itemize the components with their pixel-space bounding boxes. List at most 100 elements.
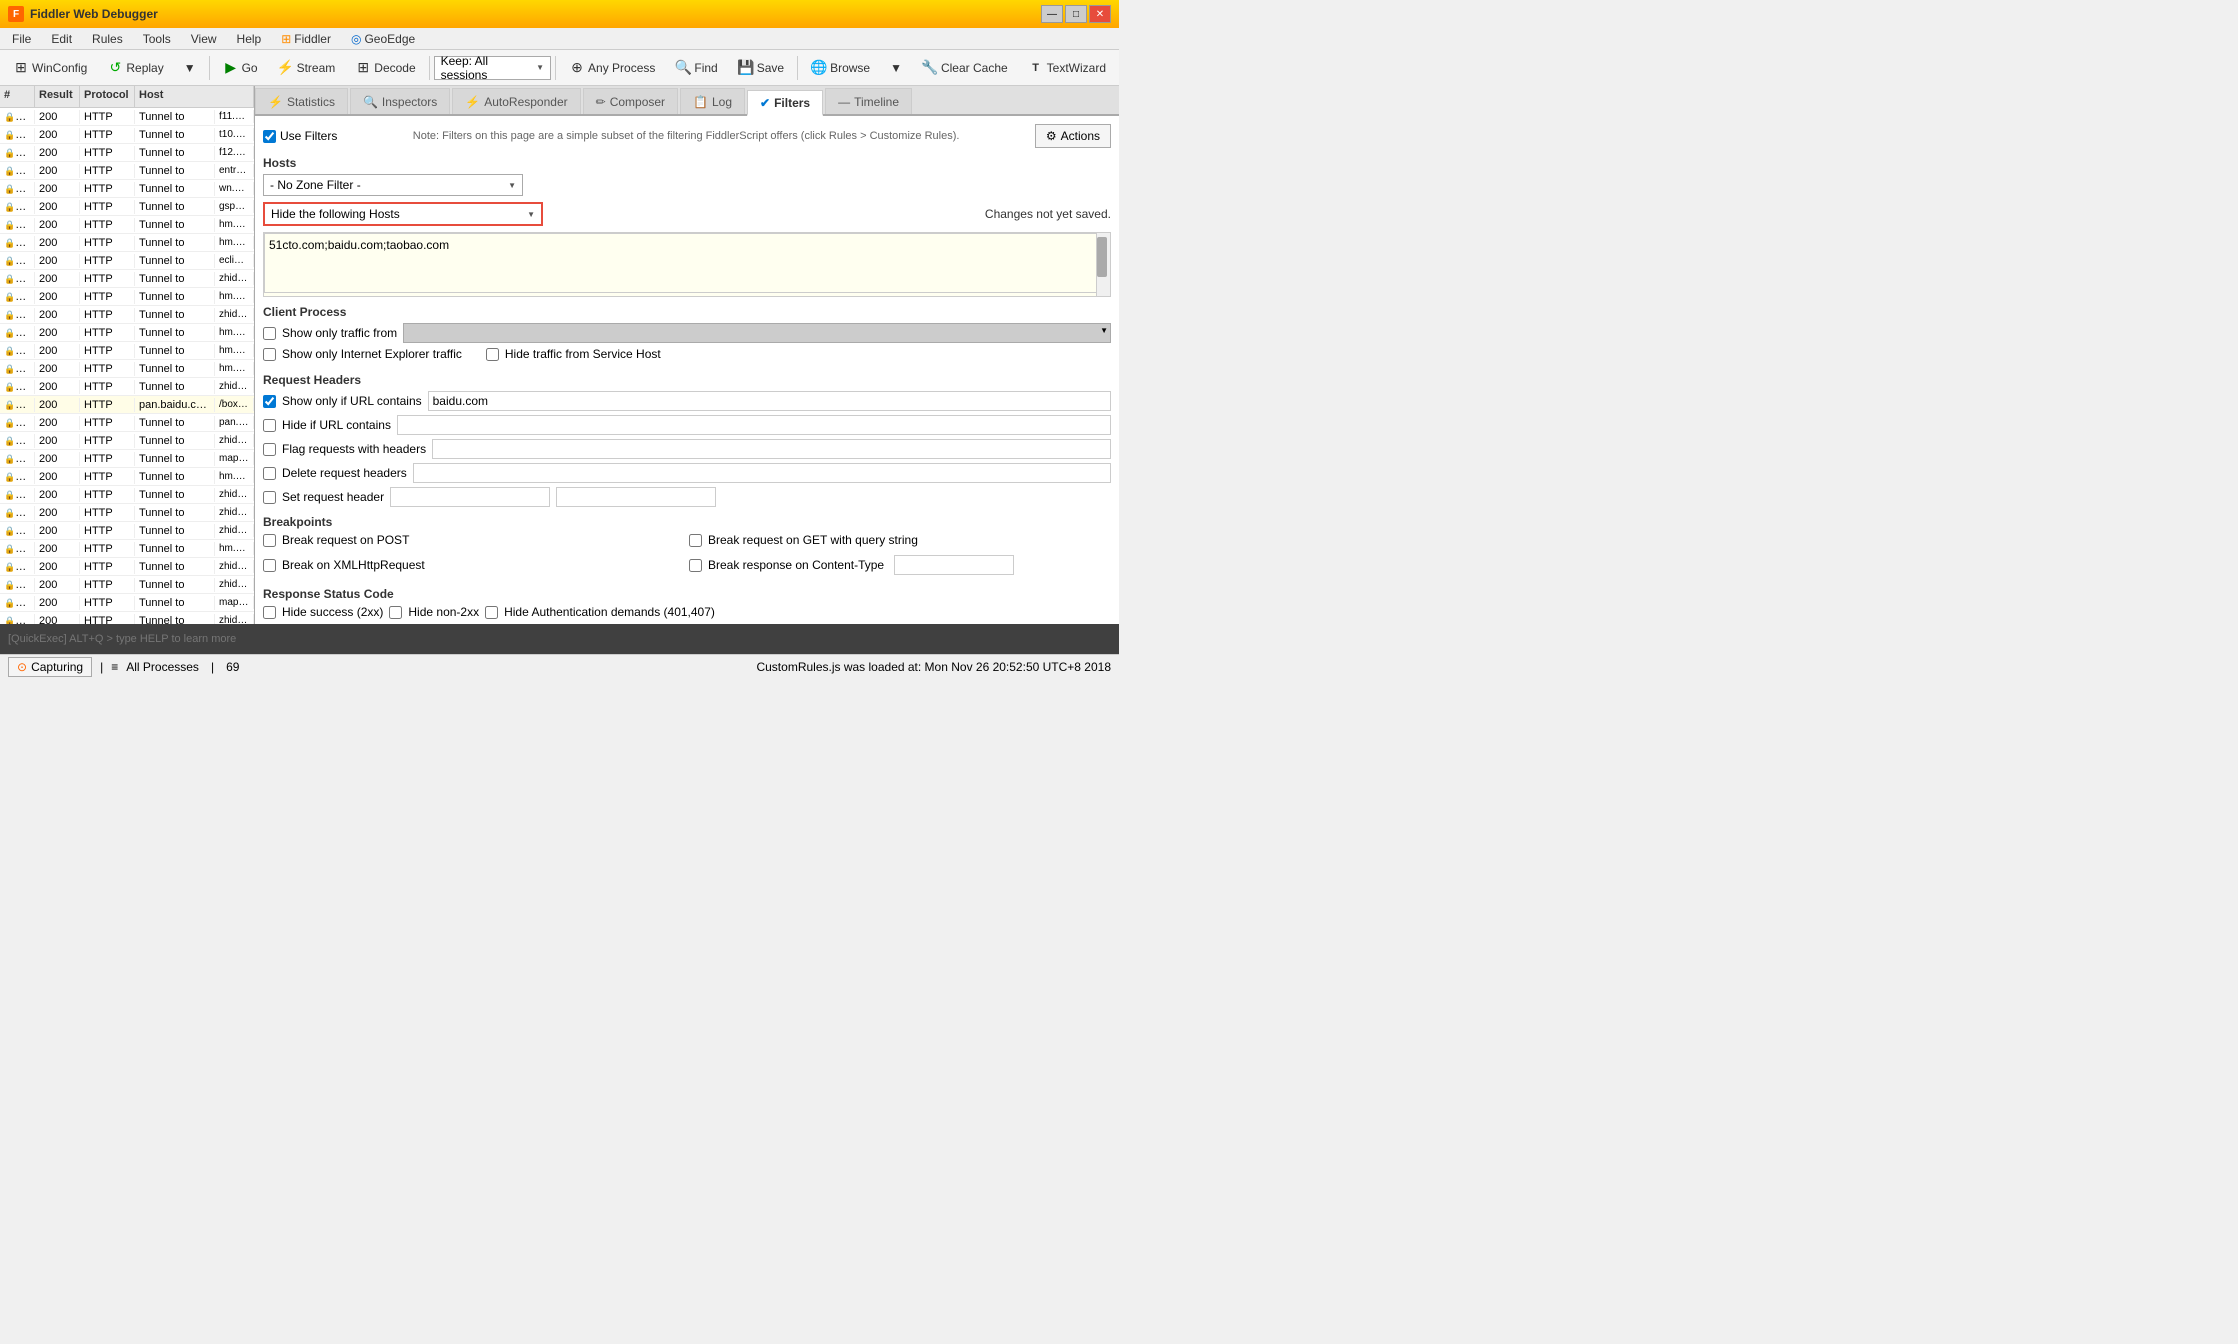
- use-filters-checkbox[interactable]: [263, 130, 276, 143]
- tab-statistics[interactable]: ⚡ Statistics: [255, 88, 348, 114]
- table-row[interactable]: 🔒167 200 HTTP Tunnel to gsp0.baidu.com:4…: [0, 198, 254, 216]
- zone-filter-dropdown[interactable]: - No Zone Filter - ▼: [263, 174, 523, 196]
- minimize-button[interactable]: —: [1041, 5, 1063, 23]
- break-post-checkbox[interactable]: [263, 534, 276, 547]
- actions-button[interactable]: ⚙ Actions: [1035, 124, 1111, 148]
- save-button[interactable]: 💾 Save: [729, 54, 793, 82]
- quickexec-input[interactable]: [8, 633, 1111, 645]
- table-row[interactable]: 🔒270 200 HTTP Tunnel to zhidao.baidu.com…: [0, 378, 254, 396]
- tab-log[interactable]: 📋 Log: [680, 88, 745, 114]
- break-get-checkbox[interactable]: [689, 534, 702, 547]
- menu-fiddler[interactable]: ⊞ Fiddler: [273, 30, 339, 48]
- table-row[interactable]: 🔒258 200 HTTP Tunnel to hm.baidu.com:443: [0, 342, 254, 360]
- table-row[interactable]: 🔒157 200 HTTP Tunnel to t10.baidu.com:44…: [0, 126, 254, 144]
- delete-headers-input[interactable]: [413, 463, 1111, 483]
- replay-dropdown[interactable]: ▼: [175, 54, 205, 82]
- table-row[interactable]: 🔒192 200 HTTP Tunnel to hm.baidu.com:443: [0, 234, 254, 252]
- table-row[interactable]: 🔒312 200 HTTP Tunnel to hm.baidu.com:443: [0, 468, 254, 486]
- hide-success-checkbox[interactable]: [263, 606, 276, 619]
- lock-icon: 🔒: [4, 382, 15, 392]
- hide-non2xx-checkbox[interactable]: [389, 606, 402, 619]
- flag-headers-checkbox[interactable]: [263, 443, 276, 456]
- any-process-button[interactable]: ⊕ Any Process: [560, 54, 664, 82]
- table-row[interactable]: 🔒284 200 HTTP Tunnel to pan.baidu.com:44…: [0, 414, 254, 432]
- table-row[interactable]: 🔒390 200 HTTP Tunnel to zhidao.baidu.com…: [0, 558, 254, 576]
- text-wizard-icon: T: [1028, 60, 1044, 76]
- table-row[interactable]: 🔒421 200 HTTP Tunnel to zhidao.baidu.com…: [0, 576, 254, 594]
- table-row[interactable]: 🔒299 200 HTTP Tunnel to map.baidu.com:44…: [0, 450, 254, 468]
- break-content-type-checkbox[interactable]: [689, 559, 702, 572]
- replay-button[interactable]: ↺ Replay: [98, 54, 172, 82]
- set-header-input-1[interactable]: [390, 487, 550, 507]
- host-filter-dropdown[interactable]: Hide the following Hosts ▼: [263, 202, 543, 226]
- decode-button[interactable]: ⊞ Decode: [346, 54, 424, 82]
- hide-service-host-checkbox[interactable]: [486, 348, 499, 361]
- table-row[interactable]: 🔒218 200 HTTP Tunnel to zhidao.baidu.com…: [0, 270, 254, 288]
- traffic-from-input[interactable]: ▼: [403, 323, 1111, 343]
- table-row[interactable]: 🔒276 200 HTTP pan.baidu.com /box-static/…: [0, 396, 254, 414]
- clear-cache-button[interactable]: 🔧 Clear Cache: [913, 54, 1017, 82]
- menu-help[interactable]: Help: [229, 30, 270, 48]
- table-row[interactable]: 🔒448 200 HTTP Tunnel to zhidao.baidu.com…: [0, 612, 254, 624]
- show-traffic-from-checkbox[interactable]: [263, 327, 276, 340]
- menu-rules[interactable]: Rules: [84, 30, 131, 48]
- table-row[interactable]: 🔒158 200 HTTP Tunnel to f12.baidu.com:44…: [0, 144, 254, 162]
- capturing-button[interactable]: ⊙ Capturing: [8, 657, 92, 677]
- hosts-textarea-scrollbar[interactable]: [1096, 233, 1110, 296]
- lock-icon: 🔒: [4, 364, 15, 374]
- keep-dropdown[interactable]: Keep: All sessions ▼: [434, 56, 551, 80]
- url-contains-checkbox[interactable]: [263, 395, 276, 408]
- table-row[interactable]: 🔒161 200 HTTP Tunnel to wn.pos.baidu.com…: [0, 180, 254, 198]
- all-processes-btn[interactable]: ≡: [111, 660, 118, 674]
- break-xml-checkbox[interactable]: [263, 559, 276, 572]
- url-contains-input[interactable]: [428, 391, 1111, 411]
- table-row[interactable]: 🔒290 200 HTTP Tunnel to zhidao.baidu.com…: [0, 432, 254, 450]
- table-row[interactable]: 🔒389 200 HTTP Tunnel to hm.baidu.com:443: [0, 540, 254, 558]
- hide-url-checkbox[interactable]: [263, 419, 276, 432]
- tab-composer[interactable]: ✏ Composer: [583, 88, 678, 114]
- browse-dropdown[interactable]: ▼: [881, 54, 911, 82]
- stream-button[interactable]: ⚡ Stream: [269, 54, 345, 82]
- table-row[interactable]: 🔒232 200 HTTP Tunnel to hm.baidu.com:443: [0, 288, 254, 306]
- tab-filters[interactable]: ✔ Filters: [747, 90, 823, 116]
- table-row[interactable]: 🔒425 200 HTTP Tunnel to map.baidu.com:44…: [0, 594, 254, 612]
- tab-timeline[interactable]: — Timeline: [825, 88, 912, 114]
- menu-geoedge[interactable]: ◎ GeoEdge: [343, 30, 423, 48]
- hosts-textarea[interactable]: 51cto.com;baidu.com;taobao.com: [264, 233, 1110, 293]
- hide-url-input[interactable]: [397, 415, 1111, 435]
- table-row[interactable]: 🔒243 200 HTTP Tunnel to hm.baidu.com:443: [0, 324, 254, 342]
- menu-tools[interactable]: Tools: [135, 30, 179, 48]
- app-title: Fiddler Web Debugger: [30, 7, 158, 21]
- tab-autoresponder[interactable]: ⚡ AutoResponder: [452, 88, 580, 114]
- table-row[interactable]: 🔒193 200 HTTP Tunnel to eclick.baidu.com…: [0, 252, 254, 270]
- show-ie-traffic-checkbox[interactable]: [263, 348, 276, 361]
- hide-auth-checkbox[interactable]: [485, 606, 498, 619]
- flag-headers-input[interactable]: [432, 439, 1111, 459]
- url-contains-label: Show only if URL contains: [282, 394, 422, 408]
- table-row[interactable]: 🔒265 200 HTTP Tunnel to hm.baidu.com:443: [0, 360, 254, 378]
- tab-inspectors[interactable]: 🔍 Inspectors: [350, 88, 450, 114]
- table-row[interactable]: 🔒339 200 HTTP Tunnel to zhidao.baidu.com…: [0, 504, 254, 522]
- autoresponder-icon: ⚡: [465, 95, 480, 109]
- menu-edit[interactable]: Edit: [43, 30, 80, 48]
- table-row[interactable]: 🔒156 200 HTTP Tunnel to f11.baidu.com:44…: [0, 108, 254, 126]
- set-header-checkbox[interactable]: [263, 491, 276, 504]
- text-wizard-button[interactable]: T TextWizard: [1019, 54, 1115, 82]
- table-row[interactable]: 🔒322 200 HTTP Tunnel to zhidao.baidu.com…: [0, 486, 254, 504]
- menu-file[interactable]: File: [4, 30, 39, 48]
- table-row[interactable]: 🔒187 200 HTTP Tunnel to hm.baidu.com:443: [0, 216, 254, 234]
- table-row[interactable]: 🔒159 200 HTTP Tunnel to entry.baidu.com:…: [0, 162, 254, 180]
- table-row[interactable]: 🔒370 200 HTTP Tunnel to zhidao.baidu.com…: [0, 522, 254, 540]
- find-button[interactable]: 🔍 Find: [666, 54, 726, 82]
- go-button[interactable]: ▶ Go: [214, 54, 267, 82]
- break-content-type-input[interactable]: [894, 555, 1014, 575]
- delete-headers-checkbox[interactable]: [263, 467, 276, 480]
- browse-button[interactable]: 🌐 Browse: [802, 54, 879, 82]
- winconfig-button[interactable]: ⊞ WinConfig: [4, 54, 96, 82]
- set-header-input-2[interactable]: [556, 487, 716, 507]
- maximize-button[interactable]: □: [1065, 5, 1087, 23]
- close-button[interactable]: ✕: [1089, 5, 1111, 23]
- hide-service-host-label: Hide traffic from Service Host: [505, 347, 661, 361]
- table-row[interactable]: 🔒233 200 HTTP Tunnel to zhidao.baidu.com…: [0, 306, 254, 324]
- menu-view[interactable]: View: [183, 30, 225, 48]
